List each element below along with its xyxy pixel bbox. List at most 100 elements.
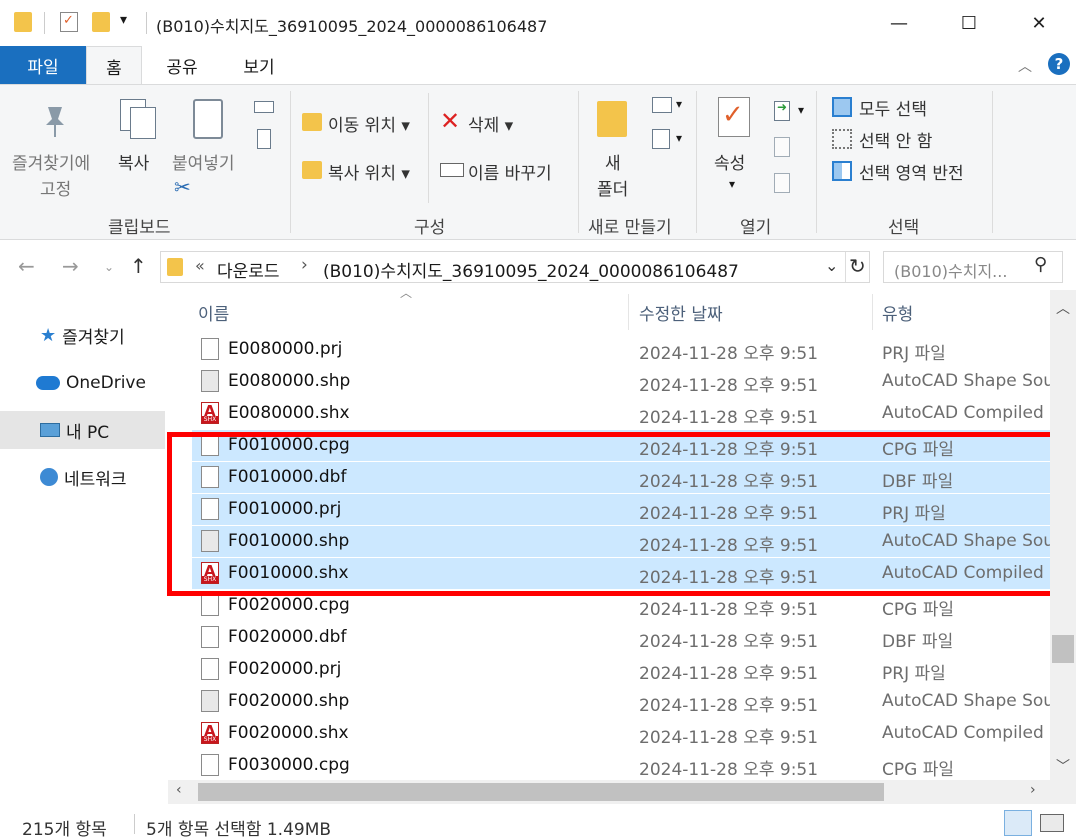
- ribbon-tabs: 파일 홈 공유 보기 ︿ ?: [0, 46, 1076, 85]
- scroll-right-icon[interactable]: ›: [1030, 782, 1036, 798]
- details-view-icon[interactable]: [1004, 810, 1032, 836]
- column-divider[interactable]: [628, 294, 629, 330]
- paste-shortcut-icon[interactable]: [257, 129, 271, 149]
- minimize-button[interactable]: —: [876, 0, 922, 46]
- tab-share[interactable]: 공유: [150, 46, 214, 84]
- copy-button[interactable]: 복사: [118, 149, 149, 174]
- divider: [845, 252, 846, 282]
- refresh-icon[interactable]: ↻: [849, 254, 866, 278]
- scroll-left-icon[interactable]: ‹: [176, 782, 182, 798]
- column-divider[interactable]: [872, 294, 873, 330]
- back-button[interactable]: ←: [18, 254, 35, 278]
- tab-file[interactable]: 파일: [0, 46, 86, 84]
- open-icon[interactable]: ➜: [774, 100, 790, 121]
- paste-button[interactable]: 붙여넣기: [172, 149, 235, 174]
- table-row[interactable]: F0020000.cpg 2024-11-28 오후 9:51 CPG 파일: [192, 590, 1050, 622]
- breadcrumb-downloads[interactable]: 다운로드: [217, 257, 280, 282]
- folder-icon: [167, 258, 183, 276]
- table-row[interactable]: E0080000.prj 2024-11-28 오후 9:51 PRJ 파일: [192, 334, 1050, 366]
- column-header-date[interactable]: 수정한 날짜: [639, 290, 869, 334]
- close-button[interactable]: ✕: [1016, 0, 1062, 46]
- table-row[interactable]: F0010000.prj 2024-11-28 오후 9:51 PRJ 파일: [192, 494, 1050, 526]
- vertical-scrollbar[interactable]: ︿ ﹀: [1050, 290, 1076, 780]
- forward-button[interactable]: →: [62, 254, 79, 278]
- pin-label-2[interactable]: 고정: [40, 175, 71, 200]
- ribbon-collapse-icon[interactable]: ︿: [1018, 56, 1032, 76]
- search-icon[interactable]: ⚲: [1034, 254, 1047, 275]
- address-dropdown-icon[interactable]: ⌄: [825, 256, 838, 275]
- scrollbar-thumb[interactable]: [198, 783, 884, 801]
- new-folder-label-2[interactable]: 폴더: [597, 175, 628, 200]
- up-button[interactable]: ↑: [130, 254, 147, 278]
- table-row[interactable]: F0020000.dbf 2024-11-28 오후 9:51 DBF 파일: [192, 622, 1050, 654]
- invert-selection-button[interactable]: 선택 영역 반전: [859, 159, 964, 184]
- nav-item-favorites[interactable]: ★ 즐겨찾기: [0, 316, 165, 354]
- table-row[interactable]: F0010000.dbf 2024-11-28 오후 9:51 DBF 파일: [192, 462, 1050, 494]
- group-separator: [578, 91, 579, 233]
- table-row[interactable]: F0010000.cpg 2024-11-28 오후 9:51 CPG 파일: [192, 430, 1050, 462]
- table-row[interactable]: E0080000.shx 2024-11-28 오후 9:51 AutoCAD Co…: [192, 398, 1050, 430]
- scroll-down-icon[interactable]: ﹀: [1056, 756, 1070, 776]
- tab-home[interactable]: 홈: [86, 46, 142, 85]
- maximize-button[interactable]: ☐: [946, 0, 992, 46]
- new-folder-label-1[interactable]: 새: [605, 149, 621, 174]
- table-row[interactable]: F0020000.prj 2024-11-28 오후 9:51 PRJ 파일: [192, 654, 1050, 686]
- horizontal-scrollbar[interactable]: ‹ ›: [168, 780, 1050, 804]
- open-dropdown-icon[interactable]: ▾: [798, 103, 804, 117]
- select-all-icon: [832, 97, 852, 117]
- group-separator: [290, 91, 291, 233]
- breadcrumb-separator[interactable]: ›: [301, 255, 308, 275]
- copy-path-icon[interactable]: [254, 101, 274, 113]
- file-name: F0020000.shp: [228, 691, 350, 711]
- cloud-icon: [36, 376, 60, 390]
- search-box[interactable]: (B010)수치지... ⚲: [883, 251, 1063, 283]
- column-header-type[interactable]: 유형: [882, 290, 1042, 334]
- breadcrumb-overflow[interactable]: «: [195, 256, 205, 275]
- properties-dropdown-icon[interactable]: ▾: [729, 177, 735, 191]
- nav-item-this-pc[interactable]: 내 PC: [0, 411, 165, 449]
- recent-locations-icon[interactable]: ⌄: [104, 260, 114, 274]
- scroll-up-icon[interactable]: ︿: [1056, 298, 1070, 318]
- column-header-name[interactable]: 이름: [198, 290, 628, 334]
- delete-button[interactable]: 삭제 ▾: [468, 111, 513, 136]
- scrollbar-thumb[interactable]: [1052, 635, 1074, 663]
- new-folder-quick-icon[interactable]: [92, 12, 110, 32]
- new-item-dropdown-icon[interactable]: ▾: [676, 97, 682, 111]
- cut-icon[interactable]: ✂: [174, 175, 191, 199]
- table-row[interactable]: F0030000.cpg 2024-11-28 오후 9:51 CPG 파일: [192, 750, 1050, 780]
- move-to-button[interactable]: 이동 위치 ▾: [328, 111, 410, 136]
- folder-icon[interactable]: [14, 12, 32, 32]
- file-type: CPG 파일: [882, 600, 954, 620]
- copy-to-button[interactable]: 복사 위치 ▾: [328, 159, 410, 184]
- quick-access-dropdown-icon[interactable]: ▾: [120, 12, 127, 28]
- breadcrumb-current[interactable]: (B010)수치지도_36910095_2024_0000086106487: [323, 257, 739, 282]
- edit-icon[interactable]: [774, 137, 790, 157]
- copy-icon-back: [130, 107, 156, 139]
- search-input[interactable]: (B010)수치지...: [894, 258, 1007, 282]
- nav-label: 네트워크: [64, 469, 127, 490]
- select-all-button[interactable]: 모두 선택: [859, 95, 927, 120]
- table-row[interactable]: F0010000.shx 2024-11-28 오후 9:51 AutoCAD Co…: [192, 558, 1050, 590]
- pin-label-1[interactable]: 즐겨찾기에: [12, 149, 90, 174]
- nav-item-network[interactable]: 네트워크: [0, 458, 165, 496]
- help-icon[interactable]: ?: [1048, 53, 1070, 75]
- select-none-button[interactable]: 선택 안 함: [859, 127, 932, 152]
- large-icons-view-icon[interactable]: [1040, 814, 1064, 832]
- table-row[interactable]: E0080000.shp 2024-11-28 오후 9:51 AutoCAD Sh…: [192, 366, 1050, 398]
- select-none-icon: [832, 129, 852, 149]
- file-name: E0080000.prj: [228, 339, 343, 359]
- file-name: F0010000.shx: [228, 563, 349, 583]
- properties-quick-icon[interactable]: ✓: [60, 12, 78, 32]
- table-row[interactable]: F0020000.shx 2024-11-28 오후 9:51 AutoCAD Co…: [192, 718, 1050, 750]
- easy-access-icon[interactable]: [652, 129, 670, 149]
- history-icon[interactable]: [774, 173, 790, 193]
- nav-item-onedrive[interactable]: OneDrive: [0, 364, 165, 402]
- easy-access-dropdown-icon[interactable]: ▾: [676, 131, 682, 145]
- table-row[interactable]: F0010000.shp 2024-11-28 오후 9:51 AutoCAD Sh…: [192, 526, 1050, 558]
- table-row[interactable]: F0020000.shp 2024-11-28 오후 9:51 AutoCAD Sh…: [192, 686, 1050, 718]
- address-bar[interactable]: « 다운로드 › (B010)수치지도_36910095_2024_000008…: [160, 251, 870, 283]
- rename-button[interactable]: 이름 바꾸기: [468, 159, 552, 184]
- tab-view[interactable]: 보기: [226, 46, 292, 84]
- properties-button[interactable]: 속성: [714, 149, 745, 174]
- new-item-icon[interactable]: [652, 97, 672, 113]
